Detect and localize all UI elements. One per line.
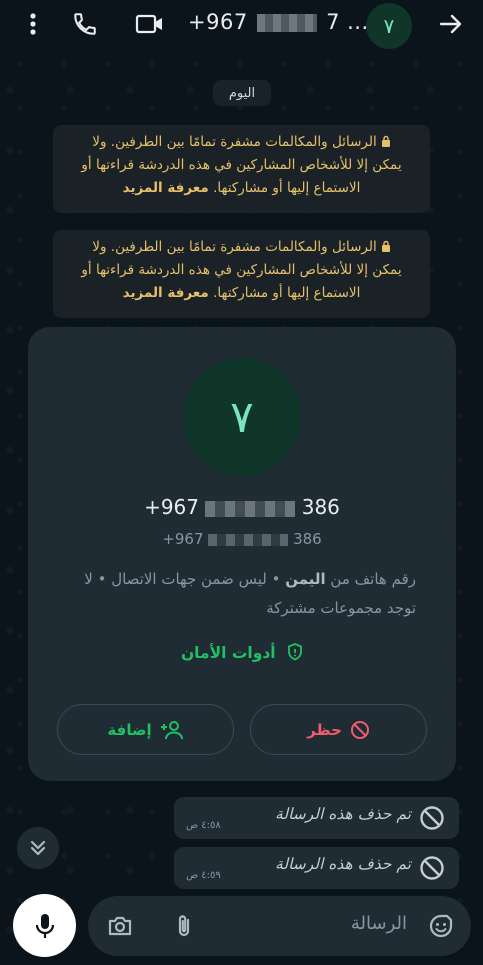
- contact-phone: +967 386: [28, 495, 456, 519]
- contact-info-text: رقم هاتف من اليمن • ليس ضمن جهات الاتصال…: [68, 565, 416, 623]
- deleted-icon: [420, 856, 444, 880]
- notice-line2: يمكن إلا للأشخاص المشاركين في هذه الدردش…: [81, 262, 402, 278]
- notice-line: الاستماع إليها أو مشاركتها. معرفة المزيد: [63, 282, 420, 305]
- security-tools-label: أدوات الأمان: [180, 644, 276, 662]
- encryption-notice[interactable]: الرسائل والمكالمات مشفرة تمامًا بين الطر…: [53, 230, 430, 318]
- message-text: تم حذف هذه الرسالة: [275, 855, 411, 873]
- add-contact-button[interactable]: إضافة: [57, 704, 234, 755]
- deleted-message[interactable]: تم حذف هذه الرسالة ٤:٥٨ ص: [174, 797, 459, 839]
- redacted-number: [208, 533, 289, 546]
- lock-icon: [381, 135, 390, 147]
- redacted-number: [205, 500, 296, 517]
- scroll-to-bottom-button[interactable]: [17, 827, 59, 869]
- add-label: إضافة: [107, 720, 152, 739]
- block-button[interactable]: حظر: [250, 704, 427, 755]
- notice-line1: الرسائل والمكالمات مشفرة تمامًا بين الطر…: [92, 134, 377, 150]
- phone-suffix: 386: [301, 495, 340, 519]
- shield-icon: [288, 643, 302, 661]
- contact-title[interactable]: +967 7 ...: [188, 10, 369, 34]
- contact-avatar[interactable]: ٧: [183, 358, 301, 476]
- contact-info-card: ٧ +967 386 +967 386 رقم هاتف من اليمن • …: [28, 327, 456, 781]
- add-person-icon: [160, 720, 183, 739]
- message-input[interactable]: الرسالة: [351, 913, 407, 934]
- contact-phone-secondary: +967 386: [28, 530, 456, 548]
- attach-icon[interactable]: [170, 912, 198, 940]
- learn-more-link[interactable]: معرفة المزيد: [123, 180, 209, 196]
- date-chip: اليوم: [213, 80, 271, 106]
- contact-title-prefix: +967: [188, 10, 248, 34]
- chat-header: +967 7 ... ٧: [0, 0, 483, 49]
- learn-more-link[interactable]: معرفة المزيد: [123, 285, 209, 301]
- info-country: اليمن: [285, 570, 326, 588]
- notice-line: الاستماع إليها أو مشاركتها. معرفة المزيد: [63, 177, 420, 200]
- notice-line1: الرسائل والمكالمات مشفرة تمامًا بين الطر…: [92, 239, 377, 255]
- video-call-icon[interactable]: [135, 10, 165, 38]
- notice-line3: الاستماع إليها أو مشاركتها.: [213, 285, 361, 301]
- info-part1: رقم هاتف من: [325, 570, 416, 588]
- camera-icon[interactable]: [106, 912, 134, 940]
- lock-icon: [381, 240, 390, 252]
- phone2-suffix: 386: [293, 530, 322, 548]
- back-arrow-icon[interactable]: [436, 10, 466, 38]
- message-composer[interactable]: الرسالة: [88, 896, 471, 956]
- notice-line: الرسائل والمكالمات مشفرة تمامًا بين الطر…: [63, 131, 420, 154]
- double-chevron-down-icon: [30, 840, 46, 856]
- phone2-prefix: +967: [162, 530, 204, 548]
- message-text: تم حذف هذه الرسالة: [275, 805, 411, 823]
- phone-call-icon[interactable]: [70, 10, 100, 38]
- message-time: ٤:٥٨ ص: [186, 820, 221, 831]
- sticker-icon[interactable]: [427, 912, 455, 940]
- deleted-icon: [420, 806, 444, 830]
- contact-title-suffix: 7 ...: [326, 10, 369, 34]
- deleted-message[interactable]: تم حذف هذه الرسالة ٤:٥٩ ص: [174, 847, 459, 889]
- security-tools-link[interactable]: أدوات الأمان: [28, 643, 456, 662]
- mic-icon: [35, 913, 54, 938]
- notice-line: الرسائل والمكالمات مشفرة تمامًا بين الطر…: [63, 236, 420, 259]
- block-label: حظر: [307, 720, 342, 739]
- header-avatar[interactable]: ٧: [366, 3, 412, 49]
- notice-line3: الاستماع إليها أو مشاركتها.: [213, 180, 361, 196]
- phone-prefix: +967: [144, 495, 200, 519]
- notice-line2: يمكن إلا للأشخاص المشاركين في هذه الدردش…: [81, 157, 402, 173]
- more-vert-icon[interactable]: [18, 10, 48, 38]
- block-icon: [350, 720, 369, 739]
- message-time: ٤:٥٩ ص: [186, 870, 221, 881]
- voice-record-button[interactable]: [13, 894, 76, 957]
- encryption-notice[interactable]: الرسائل والمكالمات مشفرة تمامًا بين الطر…: [53, 125, 430, 213]
- redacted-number: [256, 14, 317, 32]
